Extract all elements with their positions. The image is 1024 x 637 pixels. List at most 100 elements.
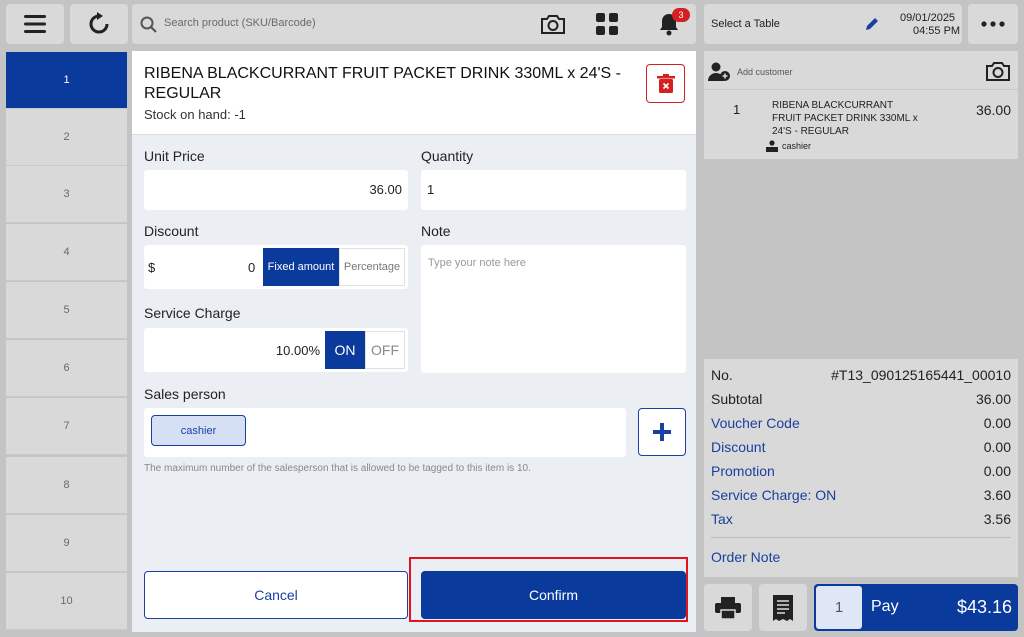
subtotal-row: Subtotal 36.00 [711,391,1011,411]
grid-icon [596,13,618,35]
quantity-field[interactable]: 1 [421,170,686,210]
select-table-label: Select a Table [711,18,780,30]
unit-price-label: Unit Price [144,148,205,164]
percentage-toggle[interactable]: Percentage [339,248,405,286]
line-price: 36.00 [975,102,1011,118]
order-note-row[interactable]: Order Note [711,549,1011,569]
cart-header: Add customer [704,51,1018,89]
summary-divider [711,537,1011,538]
discount-label[interactable]: Discount [711,439,765,459]
service-charge-summary-value: 3.60 [983,487,1011,503]
quantity-label: Quantity [421,148,474,164]
confirm-button[interactable]: Confirm [421,571,686,619]
order-note-label[interactable]: Order Note [711,549,780,569]
voucher-label[interactable]: Voucher Code [711,415,800,435]
service-charge-on-toggle[interactable]: ON [325,331,365,369]
refresh-button[interactable] [70,4,128,44]
more-dots-icon [981,21,1005,27]
camera-icon [541,15,565,34]
receipt-button[interactable] [759,584,807,631]
grid-view-button[interactable] [578,4,636,44]
service-charge-field[interactable]: 10.00% ON OFF [144,328,408,372]
notifications-button[interactable]: 3 [642,4,696,44]
pay-amount: $43.16 [956,597,1012,617]
table-item[interactable]: 5 [6,282,127,339]
receipt-icon [773,594,793,621]
hamburger-icon [24,15,46,33]
add-customer-label: Add customer [737,67,793,77]
product-title: RIBENA BLACKCURRANT FRUIT PACKET DRINK 3… [144,65,621,102]
service-charge-value: 10.00% [275,343,320,358]
search-icon [140,16,157,33]
sales-person-field[interactable]: cashier [144,408,626,457]
search-placeholder: Search product (SKU/Barcode) [164,17,316,29]
service-charge-row[interactable]: Service Charge: ON 3.60 [711,487,1011,507]
table-item[interactable]: 10 [6,573,127,630]
pay-button[interactable]: 1 Pay $43.16 [814,584,1018,631]
delete-item-button[interactable] [646,64,685,103]
add-customer-button[interactable]: Add customer [708,61,793,83]
table-item[interactable]: 4 [6,224,127,281]
table-item[interactable]: 9 [6,515,127,572]
table-item[interactable]: 2 [6,109,127,166]
tax-label[interactable]: Tax [711,511,733,531]
promotion-row[interactable]: Promotion 0.00 [711,463,1011,483]
menu-button[interactable] [6,4,64,44]
table-item[interactable]: 1 [6,52,127,109]
table-item[interactable]: 8 [6,457,127,514]
cancel-button[interactable]: Cancel [144,571,408,619]
service-charge-off-toggle[interactable]: OFF [365,331,405,369]
camera-scan-button[interactable] [534,4,572,44]
plus-icon [653,423,671,441]
order-summary: No. #T13_090125165441_00010 Subtotal 36.00… [704,359,1018,577]
quantity-value: 1 [427,182,435,197]
cashier-icon [766,140,778,152]
unit-price-field[interactable]: 36.00 [144,170,408,210]
discount-row[interactable]: Discount 0.00 [711,439,1011,459]
stock-on-hand: Stock on hand: -1 [144,107,246,122]
tax-value: 3.56 [983,511,1011,527]
order-number: #T13_090125165441_00010 [831,367,1011,383]
print-button[interactable] [704,584,752,631]
service-charge-summary-label[interactable]: Service Charge: ON [711,487,836,507]
tax-row[interactable]: Tax 3.56 [711,511,1011,531]
sales-person-chip[interactable]: cashier [151,415,246,446]
line-salesperson: cashier [765,140,811,152]
refresh-icon [89,12,109,34]
discount-value: 0.00 [983,439,1011,455]
discount-field[interactable]: $ 0 Fixed amount Percentage [144,245,408,289]
unit-price-value: 36.00 [369,182,402,197]
trash-icon [656,73,675,93]
line-name: RIBENA BLACKCURRANT FRUIT PACKET DRINK 3… [772,100,918,137]
add-user-icon [708,62,730,81]
pay-label: Pay [871,598,899,615]
select-table-bar[interactable]: Select a Table 09/01/2025 04:55 PM [704,4,962,44]
edit-item-dialog: RIBENA BLACKCURRANT FRUIT PACKET DRINK 3… [132,51,696,632]
subtotal-value: 36.00 [975,391,1011,407]
fixed-amount-toggle[interactable]: Fixed amount [263,248,339,286]
order-number-label: No. [711,367,733,383]
more-options-button[interactable] [968,4,1018,44]
time-text: 04:55 PM [913,25,961,37]
dialog-header: RIBENA BLACKCURRANT FRUIT PACKET DRINK 3… [132,51,696,135]
discount-currency: $ [148,260,156,275]
note-label: Note [421,223,451,239]
note-field[interactable]: Type your note here [421,245,686,373]
voucher-row[interactable]: Voucher Code 0.00 [711,415,1011,435]
order-number-row: No. #T13_090125165441_00010 [711,367,1011,387]
line-salesperson-name: cashier [782,141,812,151]
promotion-label[interactable]: Promotion [711,463,775,483]
sales-person-label: Sales person [144,386,226,402]
subtotal-label: Subtotal [711,391,763,407]
date-text: 09/01/2025 [900,12,956,24]
table-item[interactable]: 6 [6,340,127,397]
line-qty: 1 [733,102,741,117]
cart-line-item[interactable]: 1 RIBENA BLACKCURRANT FRUIT PACKET DRINK… [704,89,1018,159]
table-item[interactable]: 7 [6,398,127,455]
camera-icon[interactable] [985,60,1011,82]
table-item[interactable]: 3 [6,166,127,223]
voucher-value: 0.00 [983,415,1011,431]
discount-value: 0 [248,260,256,275]
pencil-icon[interactable] [864,16,880,32]
add-sales-person-button[interactable] [638,408,686,456]
